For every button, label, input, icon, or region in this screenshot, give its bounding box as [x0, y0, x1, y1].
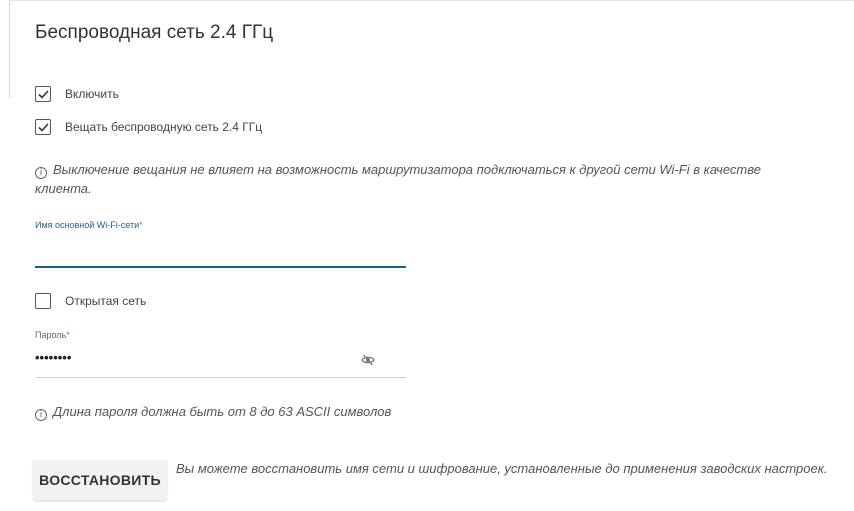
ssid-label-wrap: Имя основной Wi-Fi-сети* [35, 220, 143, 230]
left-divider [9, 0, 10, 98]
broadcast-label: Вещать беспроводную сеть 2.4 ГГц [65, 120, 263, 134]
checkmark-icon [37, 122, 49, 132]
checkmark-icon [37, 89, 49, 99]
wireless-settings-page: Беспроводная сеть 2.4 ГГц Включить Вещат… [0, 0, 854, 511]
broadcast-info-text: Выключение вещания не влияет на возможно… [35, 162, 761, 196]
password-label: Пароль [35, 330, 67, 340]
enable-checkbox[interactable] [35, 86, 51, 102]
password-info: i Длина пароля должна быть от 8 до 63 ASC… [35, 402, 635, 421]
password-info-text: Длина пароля должна быть от 8 до 63 ASCI… [53, 404, 392, 419]
password-field[interactable]: •••••••• [35, 346, 406, 378]
info-icon: i [35, 409, 47, 421]
password-label-wrap: Пароль* [35, 330, 70, 340]
ssid-label: Имя основной Wi-Fi-сети [35, 220, 140, 230]
eye-off-icon[interactable] [361, 354, 375, 366]
ssid-input[interactable] [35, 240, 406, 268]
enable-checkbox-row[interactable]: Включить [35, 86, 119, 102]
broadcast-info: i Выключение вещания не влияет на возможн… [35, 160, 795, 198]
enable-label: Включить [65, 87, 119, 101]
restore-description: Вы можете восстановить имя сети и шифров… [176, 461, 828, 476]
open-network-checkbox[interactable] [35, 293, 51, 309]
restore-button[interactable]: ВОССТАНОВИТЬ [33, 460, 167, 500]
password-value[interactable]: •••••••• [35, 350, 71, 365]
top-divider [9, 0, 854, 1]
open-network-label: Открытая сеть [65, 294, 147, 308]
broadcast-checkbox-row[interactable]: Вещать беспроводную сеть 2.4 ГГц [35, 119, 262, 135]
ssid-required-mark: * [139, 220, 143, 230]
info-icon: i [35, 167, 47, 179]
open-network-checkbox-row[interactable]: Открытая сеть [35, 293, 146, 309]
section-title: Беспроводная сеть 2.4 ГГц [35, 22, 274, 43]
broadcast-checkbox[interactable] [35, 119, 51, 135]
password-required-mark: * [66, 330, 70, 340]
